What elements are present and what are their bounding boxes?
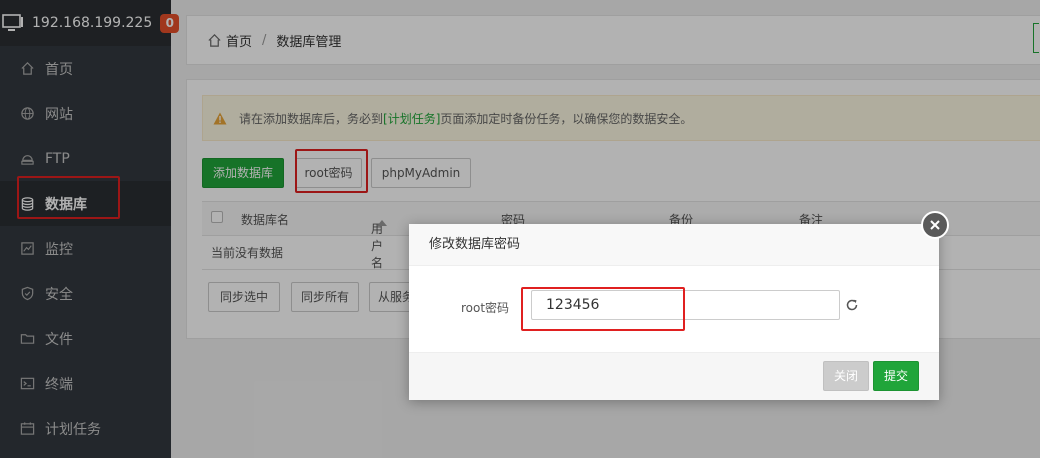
change-db-password-modal: 修改数据库密码 root密码 关闭 提交 [409,211,949,400]
root-password-input[interactable] [531,290,840,320]
modal-title: 修改数据库密码 [409,224,939,266]
refresh-icon[interactable] [845,298,859,312]
close-icon[interactable] [921,211,949,239]
submit-button[interactable]: 提交 [873,361,919,391]
modal-footer: 关闭 提交 [409,352,939,400]
modal-body: root密码 [409,266,939,352]
root-password-label: root密码 [461,301,510,315]
close-button[interactable]: 关闭 [823,361,869,391]
